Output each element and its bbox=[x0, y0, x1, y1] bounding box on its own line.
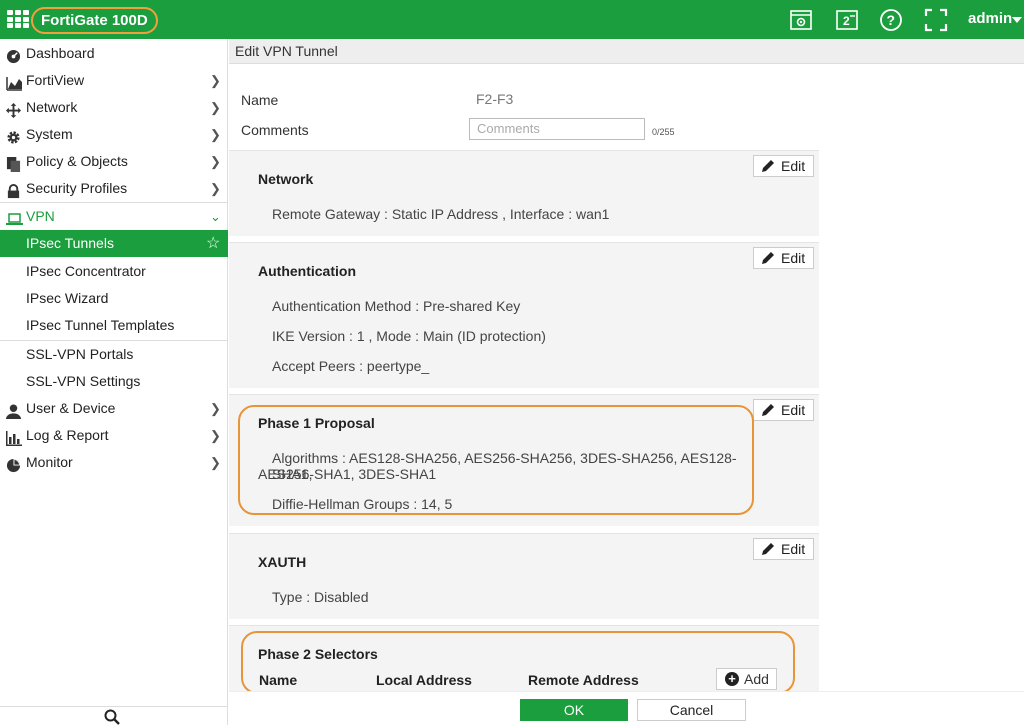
caret-down-icon[interactable] bbox=[1012, 17, 1022, 23]
section-line: Accept Peers : peertype_ bbox=[272, 358, 430, 374]
name-label: Name bbox=[241, 92, 279, 108]
dashboard-icon bbox=[6, 46, 21, 64]
pencil-icon bbox=[762, 160, 774, 172]
sidebar-item-ipsec-wizard[interactable]: IPsec Wizard bbox=[0, 285, 228, 312]
pencil-icon bbox=[762, 252, 774, 264]
fortinet-logo-icon bbox=[7, 10, 31, 28]
xauth-edit-button[interactable]: Edit bbox=[753, 538, 814, 560]
sidebar-item-dashboard[interactable]: Dashboard bbox=[0, 40, 228, 67]
authentication-section: Edit Authentication Authentication Metho… bbox=[229, 242, 819, 388]
help-icon[interactable]: ? bbox=[879, 8, 903, 32]
phase1-edit-button[interactable]: Edit bbox=[753, 399, 814, 421]
network-edit-button[interactable]: Edit bbox=[753, 155, 814, 177]
authentication-edit-button[interactable]: Edit bbox=[753, 247, 814, 269]
ok-button[interactable]: OK bbox=[520, 699, 628, 721]
lock-icon bbox=[6, 181, 21, 199]
highlight-phase2 bbox=[241, 631, 795, 694]
main-panel: Edit VPN Tunnel Name F2-F3 Comments Comm… bbox=[229, 39, 1024, 725]
highlight-phase1 bbox=[238, 405, 754, 515]
pie-icon bbox=[6, 455, 21, 473]
sidebar-item-vpn[interactable]: VPN ⌄ bbox=[0, 202, 228, 229]
section-title: Network bbox=[258, 171, 314, 187]
chevron-right-icon: ❯ bbox=[210, 154, 221, 169]
name-value: F2-F3 bbox=[476, 91, 514, 107]
page-title: Edit VPN Tunnel bbox=[229, 39, 1024, 64]
pencil-icon bbox=[762, 404, 774, 416]
comments-field[interactable]: Comments bbox=[469, 118, 645, 140]
chevron-down-icon: ⌄ bbox=[210, 209, 221, 224]
chevron-right-icon: ❯ bbox=[210, 428, 221, 443]
sidebar-item-ssl-vpn-settings[interactable]: SSL-VPN Settings bbox=[0, 368, 228, 395]
user-icon bbox=[6, 401, 21, 419]
expand-icon[interactable] bbox=[924, 8, 948, 32]
search-icon[interactable] bbox=[104, 709, 120, 725]
chevron-right-icon: ❯ bbox=[210, 181, 221, 196]
sidebar-item-system[interactable]: System ❯ bbox=[0, 121, 228, 148]
network-arrows-icon bbox=[6, 100, 21, 118]
gear-icon bbox=[6, 127, 21, 144]
chevron-right-icon: ❯ bbox=[210, 455, 221, 470]
svg-text:?: ? bbox=[887, 12, 896, 28]
fullscreen-icon[interactable]: 2 bbox=[835, 8, 859, 32]
comments-counter: 0/255 bbox=[652, 127, 675, 137]
sidebar-item-fortiview[interactable]: FortiView ❯ bbox=[0, 67, 228, 94]
top-bar: FortiGate 100D 2 ? admin bbox=[0, 0, 1024, 39]
sidebar-item-ipsec-tunnel-templates[interactable]: IPsec Tunnel Templates bbox=[0, 312, 228, 339]
section-line: IKE Version : 1 , Mode : Main (ID protec… bbox=[272, 328, 546, 344]
sidebar-item-network[interactable]: Network ❯ bbox=[0, 94, 228, 121]
star-icon[interactable]: ☆ bbox=[206, 230, 220, 257]
sidebar-item-log-report[interactable]: Log & Report ❯ bbox=[0, 422, 228, 449]
svg-text:2: 2 bbox=[843, 14, 850, 28]
xauth-section: Edit XAUTH Type : Disabled bbox=[229, 533, 819, 619]
chevron-right-icon: ❯ bbox=[210, 401, 221, 416]
section-line: Authentication Method : Pre-shared Key bbox=[272, 298, 521, 314]
comments-label: Comments bbox=[241, 122, 309, 138]
form-footer: OK Cancel bbox=[229, 691, 1024, 725]
sidebar-item-monitor[interactable]: Monitor ❯ bbox=[0, 449, 228, 476]
sidebar: Dashboard FortiView ❯ Network ❯ System ❯… bbox=[0, 39, 228, 725]
cli-console-icon[interactable] bbox=[789, 8, 813, 32]
section-line: Type : Disabled bbox=[272, 589, 369, 605]
section-title: Authentication bbox=[258, 263, 356, 279]
user-menu[interactable]: admin bbox=[968, 10, 1012, 27]
document-icon bbox=[6, 154, 21, 172]
sidebar-search[interactable] bbox=[0, 706, 228, 725]
device-name[interactable]: FortiGate 100D bbox=[31, 7, 158, 34]
sidebar-item-policy-objects[interactable]: Policy & Objects ❯ bbox=[0, 148, 228, 175]
pencil-icon bbox=[762, 543, 774, 555]
sidebar-item-ipsec-tunnels[interactable]: IPsec Tunnels ☆ bbox=[0, 230, 228, 257]
chevron-right-icon: ❯ bbox=[210, 127, 221, 142]
sidebar-item-ssl-vpn-portals[interactable]: SSL-VPN Portals bbox=[0, 341, 228, 368]
sidebar-item-ipsec-concentrator[interactable]: IPsec Concentrator bbox=[0, 258, 228, 285]
sidebar-item-user-device[interactable]: User & Device ❯ bbox=[0, 395, 228, 422]
chevron-right-icon: ❯ bbox=[210, 73, 221, 88]
chevron-right-icon: ❯ bbox=[210, 100, 221, 115]
cancel-button[interactable]: Cancel bbox=[637, 699, 746, 721]
sidebar-item-security-profiles[interactable]: Security Profiles ❯ bbox=[0, 175, 228, 202]
section-title: XAUTH bbox=[258, 554, 307, 570]
chart-icon bbox=[6, 73, 22, 91]
bar-chart-icon bbox=[6, 428, 22, 446]
laptop-icon bbox=[6, 209, 23, 225]
network-section: Edit Network Remote Gateway : Static IP … bbox=[229, 150, 819, 236]
section-line: Remote Gateway : Static IP Address , Int… bbox=[272, 206, 610, 222]
